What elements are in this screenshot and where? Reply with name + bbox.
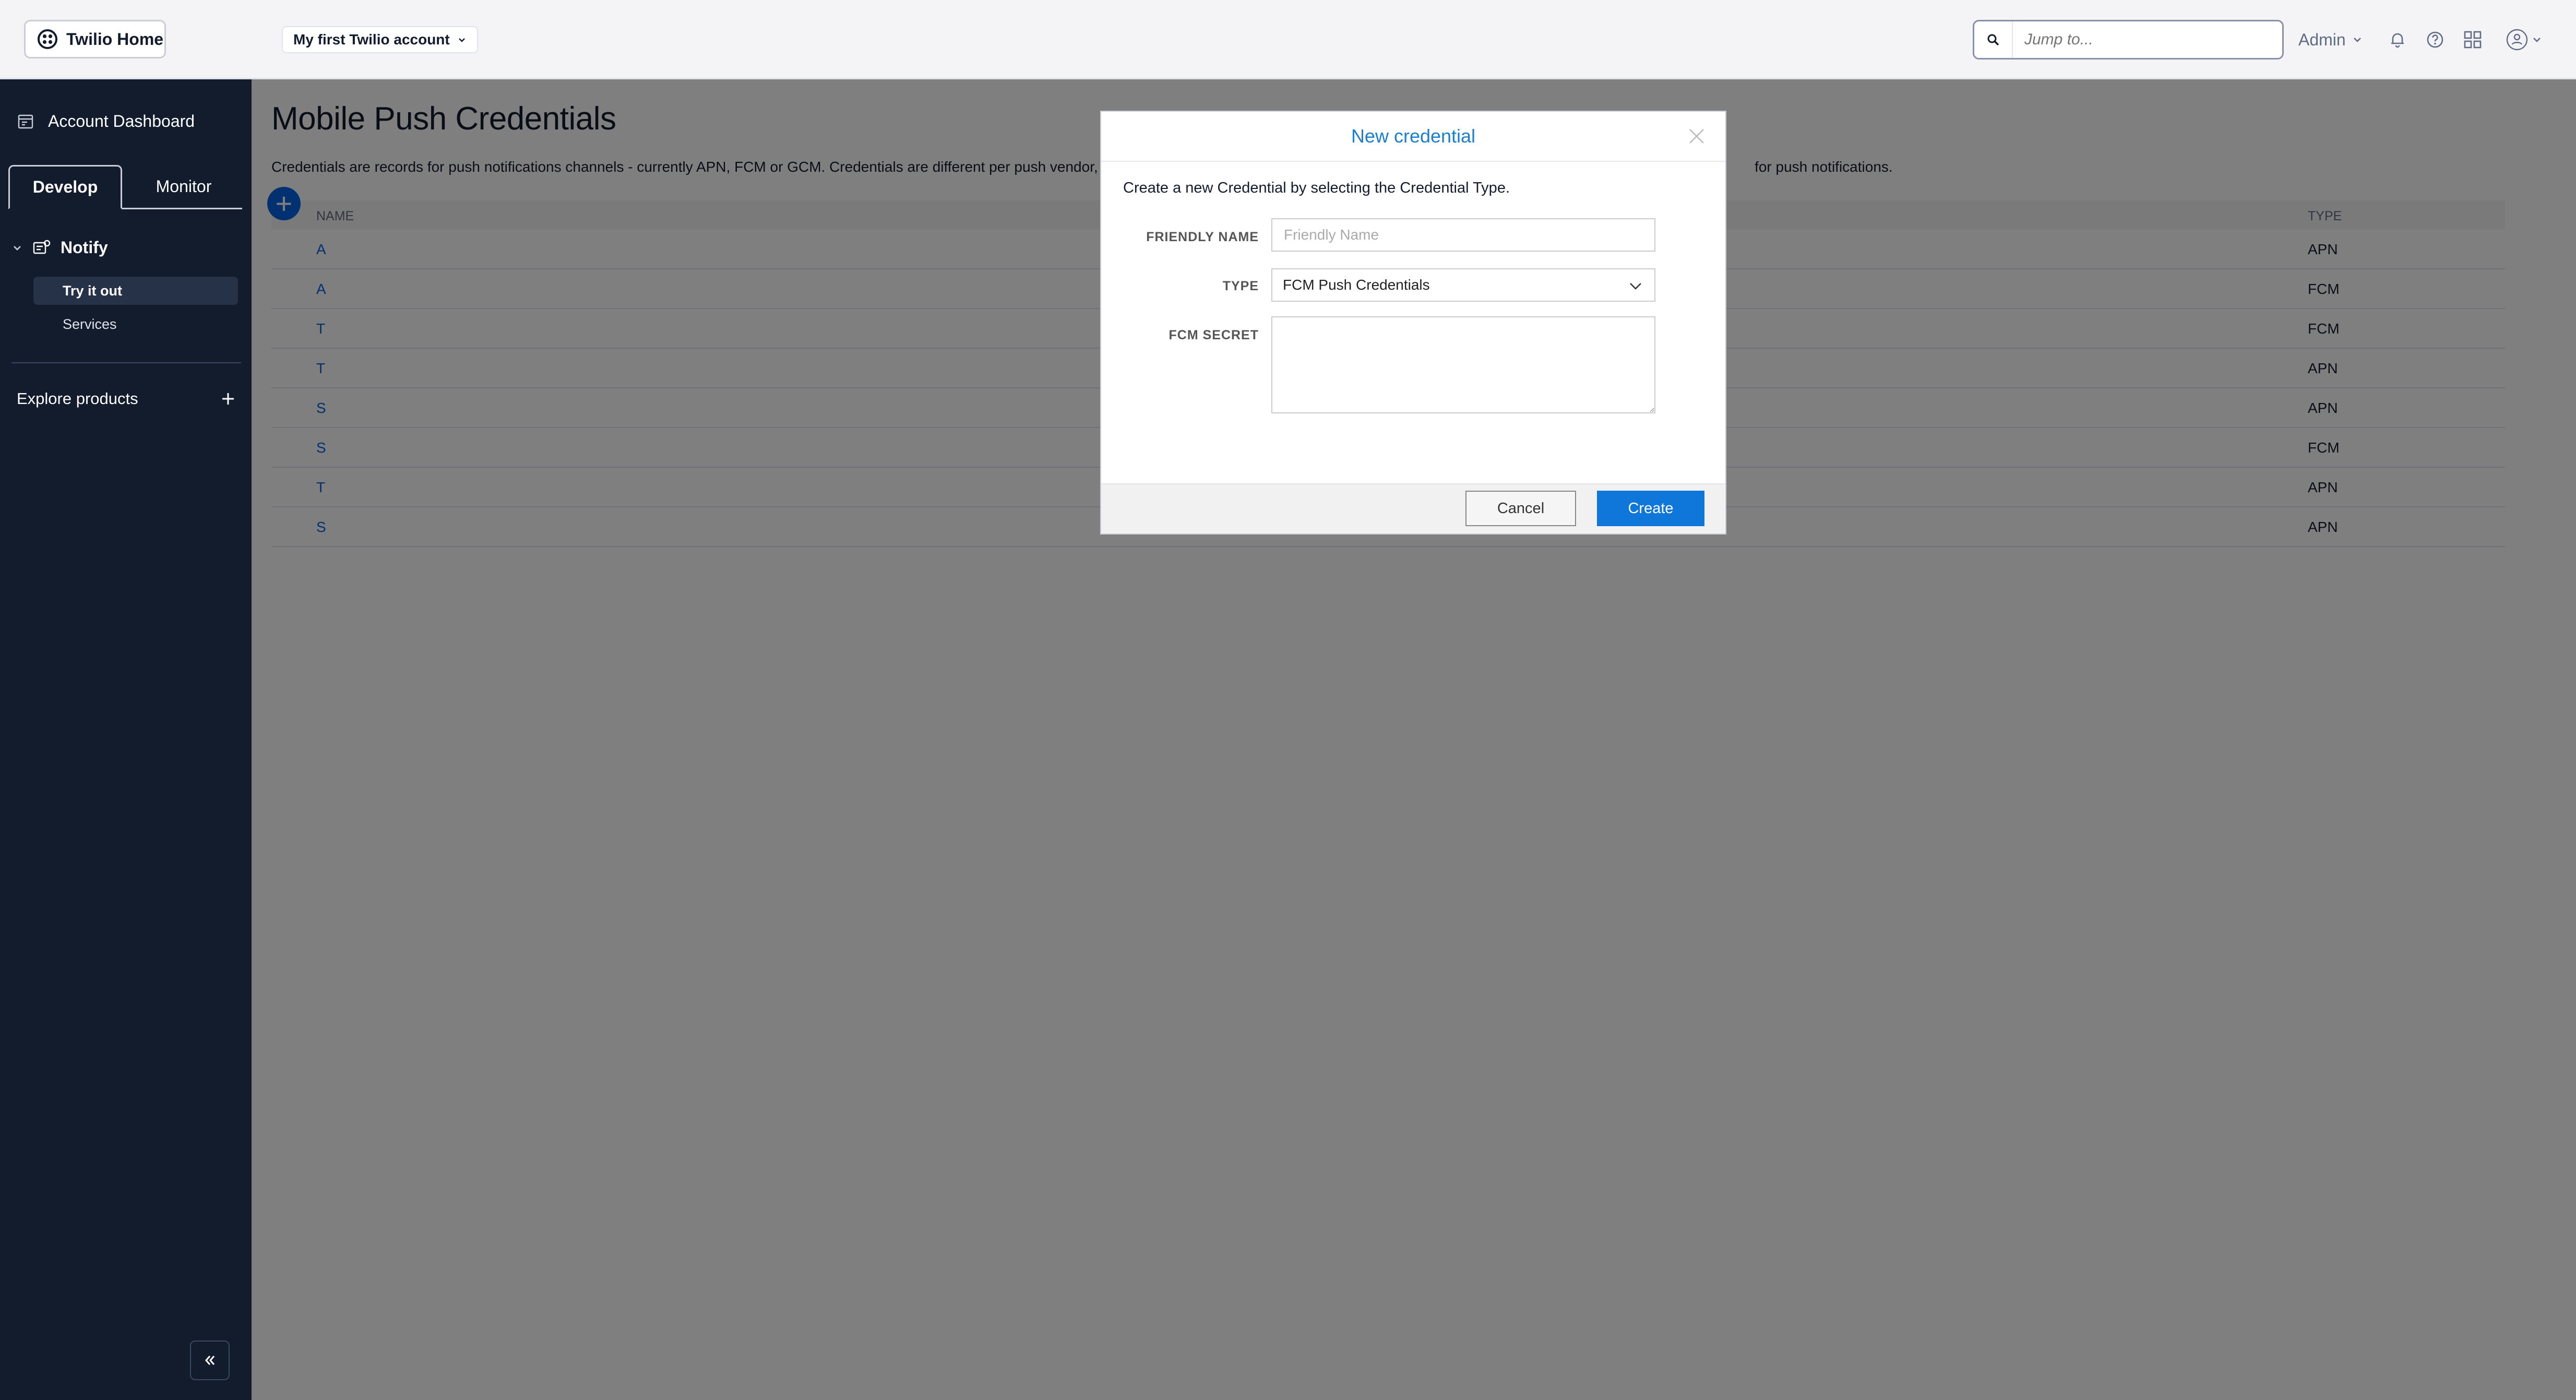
- friendly-name-label: FRIENDLY NAME: [1146, 230, 1259, 244]
- credential-type-select[interactable]: FCM Push Credentials: [1271, 268, 1655, 302]
- notifications-bell-icon[interactable]: [2384, 26, 2411, 53]
- dashboard-icon: [18, 114, 33, 128]
- type-label: TYPE: [1222, 279, 1259, 293]
- collapse-sidebar-button[interactable]: [190, 1340, 230, 1380]
- credential-type-value: FCM Push Credentials: [1283, 277, 1430, 293]
- twilio-logo-icon: [38, 29, 57, 49]
- tab-monitor-label: Monitor: [156, 176, 212, 196]
- account-dashboard-label: Account Dashboard: [48, 112, 195, 130]
- cancel-button[interactable]: Cancel: [1465, 491, 1576, 526]
- cancel-label: Cancel: [1497, 500, 1545, 517]
- account-label: My first Twilio account: [293, 31, 450, 48]
- dialog-footer: Cancel Create: [1101, 483, 1725, 533]
- twilio-home-button[interactable]: Twilio Home: [24, 20, 166, 58]
- double-chevron-left-icon: [205, 1356, 215, 1365]
- user-avatar-icon: [2506, 29, 2528, 51]
- chevron-down-icon: [2533, 38, 2541, 42]
- plus-icon: [222, 393, 234, 405]
- dialog-title: New credential: [1351, 125, 1476, 147]
- admin-menu[interactable]: Admin: [2298, 26, 2363, 53]
- sidebar-section-notify[interactable]: Notify: [11, 238, 108, 257]
- chevron-down-icon: [2353, 38, 2361, 42]
- sidebar-item-try-it-out[interactable]: Try it out: [33, 277, 238, 305]
- account-switcher[interactable]: My first Twilio account: [282, 26, 478, 53]
- notify-product-icon: [33, 240, 51, 254]
- chevron-down-icon: [1630, 283, 1641, 290]
- notify-label: Notify: [61, 238, 108, 257]
- explore-products-label: Explore products: [17, 389, 138, 408]
- friendly-name-input[interactable]: [1271, 218, 1655, 252]
- search-input[interactable]: [2013, 30, 2276, 49]
- sidebar-tabs: Develop Monitor: [8, 165, 242, 209]
- app-grid-icon[interactable]: [2459, 26, 2486, 53]
- dialog-header: New credential: [1101, 112, 1725, 162]
- top-header: Twilio Home My first Twilio account Admi…: [0, 0, 2576, 79]
- close-icon[interactable]: [1687, 126, 1707, 146]
- explore-products-button[interactable]: Explore products: [17, 389, 236, 408]
- fcm-secret-label: FCM SECRET: [1168, 328, 1259, 342]
- tab-develop[interactable]: Develop: [8, 165, 122, 209]
- fcm-secret-textarea[interactable]: [1271, 316, 1655, 413]
- new-credential-dialog: New credential Create a new Credential b…: [1100, 111, 1726, 535]
- user-account-menu[interactable]: [2499, 26, 2549, 53]
- help-icon[interactable]: [2422, 26, 2449, 53]
- sidebar-item-label: Services: [63, 316, 117, 332]
- dialog-intro-text: Create a new Credential by selecting the…: [1123, 180, 1510, 196]
- sidebar-divider: [11, 362, 241, 363]
- tab-monitor[interactable]: Monitor: [126, 165, 241, 208]
- jump-to-search[interactable]: [1973, 20, 2284, 60]
- chevron-down-icon: [458, 38, 465, 42]
- sidebar-item-label: Try it out: [63, 282, 122, 299]
- search-icon: [1974, 21, 2013, 58]
- home-label: Twilio Home: [66, 29, 164, 49]
- create-button[interactable]: Create: [1597, 491, 1704, 526]
- admin-label: Admin: [2298, 30, 2346, 49]
- create-label: Create: [1628, 500, 1674, 517]
- sidebar-item-services[interactable]: Services: [33, 310, 238, 338]
- chevron-down-icon: [14, 245, 21, 251]
- account-dashboard-link[interactable]: Account Dashboard: [17, 112, 195, 131]
- tab-develop-label: Develop: [32, 177, 98, 196]
- sidebar: Account Dashboard Develop Monitor Notify…: [0, 79, 252, 1400]
